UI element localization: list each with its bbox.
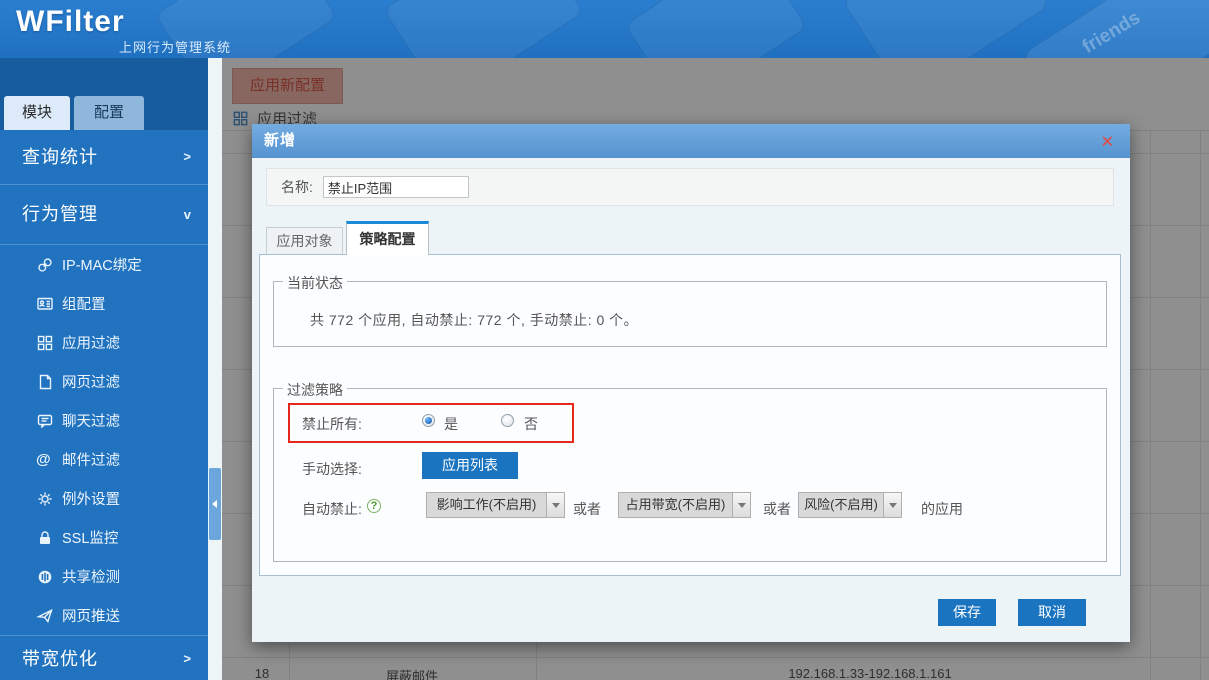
current-status-group: 当前状态 共 772 个应用, 自动禁止: 772 个, 手动禁止: 0 个。 bbox=[273, 281, 1107, 347]
save-button[interactable]: 保存 bbox=[938, 599, 996, 626]
sidebar-item-label: 网页过滤 bbox=[62, 371, 120, 392]
sidebar-section-label: 行为管理 bbox=[22, 204, 98, 224]
sidebar-item-ip-mac-binding[interactable]: IP-MAC绑定 bbox=[0, 245, 208, 284]
sidebar-item-web-filter[interactable]: 网页过滤 bbox=[0, 362, 208, 401]
current-status-text: 共 772 个应用, 自动禁止: 772 个, 手动禁止: 0 个。 bbox=[310, 310, 638, 330]
help-icon[interactable]: ? bbox=[367, 499, 381, 513]
wfilter-logo: WFilter bbox=[16, 5, 125, 39]
dropdown-risk[interactable]: 风险(不启用) bbox=[798, 492, 902, 518]
gear-icon bbox=[36, 490, 56, 508]
sidebar-item-label: 例外设置 bbox=[62, 488, 120, 509]
grid-icon bbox=[36, 334, 56, 352]
chevron-right-icon: > bbox=[183, 130, 192, 184]
dropdown-value: 风险(不启用) bbox=[798, 492, 883, 518]
sidebar-item-app-filter[interactable]: 应用过滤 bbox=[0, 323, 208, 362]
sidebar-menu: 查询统计 > 行为管理 v IP-MAC绑定 组配置 应用过滤 bbox=[0, 130, 208, 680]
radio-yes-label[interactable]: 是 bbox=[444, 414, 458, 434]
add-dialog: 新增 ✕ 名称: 应用对象 策略配置 当前状态 共 772 个应用, 自动禁止:… bbox=[252, 124, 1130, 642]
tab-app-objects[interactable]: 应用对象 bbox=[266, 227, 343, 255]
dropdown-impact-work[interactable]: 影响工作(不启用) bbox=[426, 492, 565, 518]
chevron-right-icon: > bbox=[183, 636, 192, 680]
chevron-down-icon: v bbox=[184, 185, 192, 244]
sidebar-item-label: 共享检测 bbox=[62, 566, 120, 587]
dropdown-arrow-icon bbox=[546, 492, 565, 518]
sidebar-section-behavior-mgmt[interactable]: 行为管理 v bbox=[0, 185, 208, 245]
filter-policy-legend: 过滤策略 bbox=[283, 380, 347, 400]
sidebar-item-label: IP-MAC绑定 bbox=[62, 254, 142, 275]
app-subtitle: 上网行为管理系统 bbox=[119, 37, 231, 56]
keyboard-key-decoration bbox=[624, 0, 807, 58]
radio-yes[interactable] bbox=[422, 414, 435, 427]
sidebar-item-chat-filter[interactable]: 聊天过滤 bbox=[0, 401, 208, 440]
lock-icon bbox=[36, 529, 56, 547]
sidebar-item-share-detect[interactable]: 共享检测 bbox=[0, 557, 208, 596]
app-header: friends WFilter 上网行为管理系统 bbox=[0, 0, 1209, 58]
sidebar-tabbar: 模块 配置 bbox=[0, 58, 208, 130]
webpage-icon bbox=[36, 373, 56, 391]
dropdown-arrow-icon bbox=[883, 492, 902, 518]
at-icon: @ bbox=[36, 451, 56, 469]
dialog-titlebar: 新增 ✕ bbox=[252, 124, 1130, 158]
filter-policy-group: 过滤策略 禁止所有: 是 否 手动选择: 应用列表 自动禁止: ? 影响工作(不… bbox=[273, 388, 1107, 562]
keyboard-key-decoration bbox=[842, 0, 1050, 58]
manual-select-label: 手动选择: bbox=[302, 459, 362, 479]
sidebar-item-label: SSL监控 bbox=[62, 527, 118, 548]
globe-icon bbox=[36, 568, 56, 586]
or-text: 或者 bbox=[763, 499, 791, 519]
policy-config-panel: 当前状态 共 772 个应用, 自动禁止: 772 个, 手动禁止: 0 个。 … bbox=[259, 254, 1121, 576]
sidebar-item-label: 组配置 bbox=[62, 293, 106, 314]
chevron-left-icon bbox=[212, 500, 217, 508]
keyboard-key-decoration bbox=[383, 0, 584, 58]
sidebar-submenu: IP-MAC绑定 组配置 应用过滤 网页过滤 聊天过滤 bbox=[0, 245, 208, 635]
sidebar-section-label: 查询统计 bbox=[22, 147, 98, 167]
dropdown-bandwidth-usage[interactable]: 占用带宽(不启用) bbox=[618, 492, 751, 518]
paper-plane-icon bbox=[36, 607, 56, 625]
radio-no-label[interactable]: 否 bbox=[524, 414, 538, 434]
block-all-label: 禁止所有: bbox=[302, 414, 362, 434]
sidebar-item-ssl-monitor[interactable]: SSL监控 bbox=[0, 518, 208, 557]
close-icon[interactable]: ✕ bbox=[1101, 132, 1114, 152]
sidebar-item-label: 网页推送 bbox=[62, 605, 120, 626]
tab-policy-config[interactable]: 策略配置 bbox=[346, 221, 429, 255]
sidebar-item-group-config[interactable]: 组配置 bbox=[0, 284, 208, 323]
sidebar-gap bbox=[208, 58, 222, 680]
sidebar-section-bandwidth[interactable]: 带宽优化 > bbox=[0, 635, 208, 680]
sidebar-item-mail-filter[interactable]: @ 邮件过滤 bbox=[0, 440, 208, 479]
dropdown-value: 影响工作(不启用) bbox=[426, 492, 546, 518]
name-label: 名称: bbox=[281, 177, 313, 197]
collapse-sidebar-handle[interactable] bbox=[209, 468, 221, 540]
dialog-title: 新增 bbox=[264, 124, 296, 158]
sidebar-item-web-push[interactable]: 网页推送 bbox=[0, 596, 208, 635]
link-icon bbox=[36, 256, 56, 274]
sidebar-tab-config[interactable]: 配置 bbox=[74, 96, 144, 130]
app-list-button[interactable]: 应用列表 bbox=[422, 452, 518, 479]
or-text: 或者 bbox=[573, 499, 601, 519]
dropdown-value: 占用带宽(不启用) bbox=[618, 492, 732, 518]
id-card-icon bbox=[36, 295, 56, 313]
sidebar-tab-modules[interactable]: 模块 bbox=[4, 96, 70, 130]
name-field-row: 名称: bbox=[266, 168, 1114, 206]
dropdown-arrow-icon bbox=[732, 492, 751, 518]
sidebar-item-label: 聊天过滤 bbox=[62, 410, 120, 431]
sidebar-item-label: 应用过滤 bbox=[62, 332, 120, 353]
wfilter-app: friends WFilter 上网行为管理系统 模块 配置 查询统计 > 行为… bbox=[0, 0, 1209, 680]
sidebar-item-exception-settings[interactable]: 例外设置 bbox=[0, 479, 208, 518]
cancel-button[interactable]: 取消 bbox=[1018, 599, 1086, 626]
radio-no[interactable] bbox=[501, 414, 514, 427]
current-status-legend: 当前状态 bbox=[283, 273, 347, 293]
sidebar-section-label: 带宽优化 bbox=[22, 649, 98, 669]
sidebar-item-label: 邮件过滤 bbox=[62, 449, 120, 470]
name-input[interactable] bbox=[323, 176, 469, 198]
auto-block-label: 自动禁止: bbox=[302, 499, 362, 519]
sidebar: 模块 配置 查询统计 > 行为管理 v IP-MAC绑定 组配置 bbox=[0, 58, 208, 680]
sidebar-section-query-stats[interactable]: 查询统计 > bbox=[0, 130, 208, 185]
apps-suffix-label: 的应用 bbox=[921, 499, 963, 519]
chat-icon bbox=[36, 412, 56, 430]
